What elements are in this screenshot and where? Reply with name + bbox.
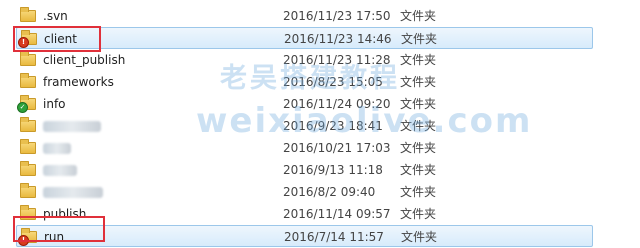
file-name-cell: [20, 115, 101, 137]
file-name-cell: client_publish: [20, 49, 125, 71]
modified-date: 2016/11/24 09:20: [283, 97, 391, 111]
file-name: frameworks: [43, 75, 114, 89]
file-type: 文件夹: [400, 185, 437, 199]
file-type: 文件夹: [400, 97, 437, 111]
file-name-cell: [20, 137, 71, 159]
redacted-file-name: [43, 186, 103, 198]
modified-date: 2016/9/13 11:18: [283, 163, 383, 177]
folder-icon: [20, 73, 36, 88]
file-row-svn[interactable]: .svn 2016/11/23 17:50 文件夹: [0, 5, 640, 27]
file-row-frameworks[interactable]: frameworks 2016/8/23 15:05 文件夹: [0, 71, 640, 93]
folder-icon: ✓: [17, 95, 36, 113]
modified-date: 2016/8/2 09:40: [283, 185, 376, 199]
file-type: 文件夹: [400, 53, 437, 67]
folder-icon: [20, 139, 36, 154]
file-row-redacted-2[interactable]: 2016/10/21 17:03 文件夹: [0, 137, 640, 159]
file-type: 文件夹: [401, 32, 438, 46]
file-row-client[interactable]: ! client 2016/11/23 14:46 文件夹: [16, 27, 593, 49]
modified-date: 2016/9/23 18:41: [283, 119, 383, 133]
file-name: info: [43, 97, 66, 111]
modified-date: 2016/8/23 15:05: [283, 75, 383, 89]
file-name: client_publish: [43, 53, 126, 67]
modified-date: 2016/11/14 09:57: [283, 207, 391, 221]
redacted-file-name: [43, 164, 77, 176]
folder-icon: [20, 183, 36, 198]
folder-icon: [20, 7, 36, 22]
file-name-cell: [20, 181, 103, 203]
file-name-cell: frameworks: [20, 71, 114, 93]
file-type: 文件夹: [400, 119, 437, 133]
file-type: 文件夹: [400, 163, 437, 177]
file-name-cell: ✓ info: [17, 93, 66, 115]
file-type: 文件夹: [400, 75, 437, 89]
file-row-client-publish[interactable]: client_publish 2016/11/23 11:28 文件夹: [0, 49, 640, 71]
file-name-cell: [20, 159, 77, 181]
svn-normal-check-icon: ✓: [17, 102, 28, 113]
folder-icon: [20, 117, 36, 132]
modified-date: 2016/11/23 14:46: [284, 32, 392, 46]
file-type: 文件夹: [400, 9, 437, 23]
file-name: .svn: [43, 9, 68, 23]
modified-date: 2016/7/14 11:57: [284, 230, 384, 244]
file-name-cell: .svn: [20, 5, 68, 27]
modified-date: 2016/11/23 17:50: [283, 9, 391, 23]
folder-icon: [20, 161, 36, 176]
annotation-box-client: [13, 26, 101, 52]
modified-date: 2016/10/21 17:03: [283, 141, 391, 155]
file-row-redacted-3[interactable]: 2016/9/13 11:18 文件夹: [0, 159, 640, 181]
file-row-info[interactable]: ✓ info 2016/11/24 09:20 文件夹: [0, 93, 640, 115]
file-type: 文件夹: [401, 230, 438, 244]
folder-icon: [20, 51, 36, 66]
modified-date: 2016/11/23 11:28: [283, 53, 391, 67]
file-row-redacted-1[interactable]: 2016/9/23 18:41 文件夹: [0, 115, 640, 137]
file-type: 文件夹: [400, 141, 437, 155]
file-row-redacted-4[interactable]: 2016/8/2 09:40 文件夹: [0, 181, 640, 203]
redacted-file-name: [43, 120, 101, 132]
file-type: 文件夹: [400, 207, 437, 221]
annotation-box-run: [13, 216, 105, 242]
redacted-file-name: [43, 142, 71, 154]
